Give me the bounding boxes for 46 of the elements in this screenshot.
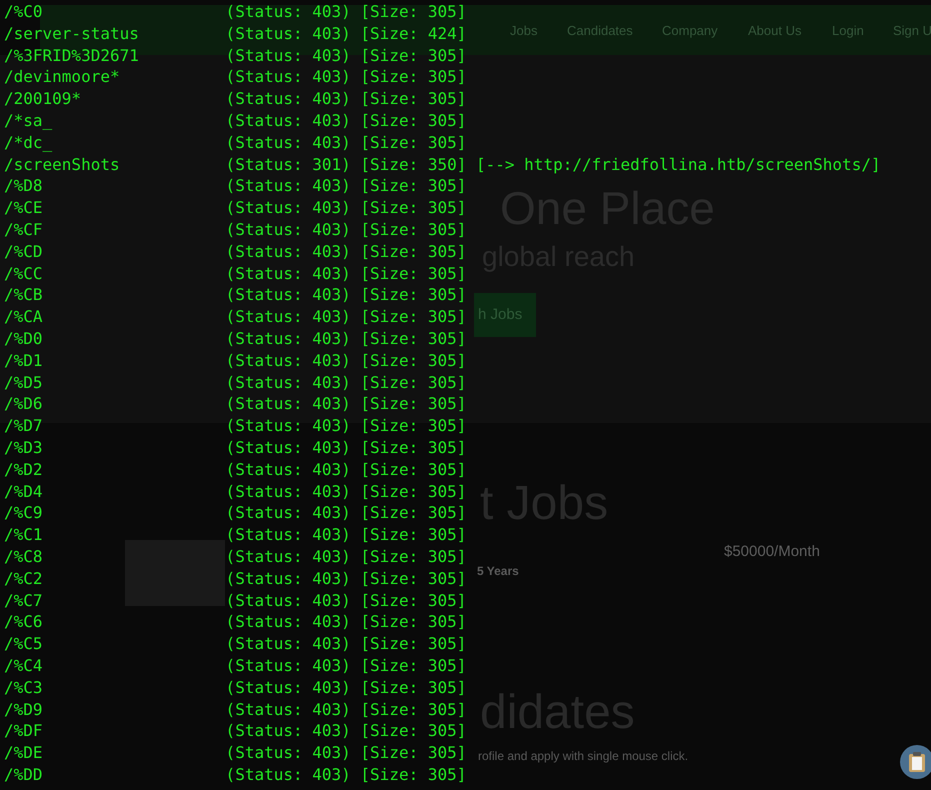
terminal-output-line: /screenShots (Status: 301) [Size: 350] [--> http://friedfollina.htb/screenShots/]	[4, 154, 881, 176]
terminal-output-line: /%C9 (Status: 403) [Size: 305]	[4, 502, 466, 524]
terminal-output-line: /%C2 (Status: 403) [Size: 305]	[4, 568, 466, 590]
terminal-output-line: /*sa_ (Status: 403) [Size: 305]	[4, 110, 466, 132]
terminal-output-line: /%DE (Status: 403) [Size: 305]	[4, 742, 466, 764]
terminal-output-line: /%D6 (Status: 403) [Size: 305]	[4, 393, 466, 416]
terminal-output-line: /devinmoore* (Status: 403) [Size: 305]	[4, 66, 466, 88]
terminal-output-line: /%C7 (Status: 403) [Size: 305]	[4, 590, 466, 612]
job-experience: 5 Years	[477, 563, 519, 580]
nav-link[interactable]: Login	[832, 21, 864, 40]
terminal-output-line: /%C4 (Status: 403) [Size: 305]	[4, 654, 466, 677]
clipboard-icon[interactable]	[900, 745, 931, 779]
terminal-output-line: /%D5 (Status: 403) [Size: 305]	[4, 372, 466, 394]
terminal-output-line: /%D8 (Status: 403) [Size: 305]	[4, 175, 466, 198]
terminal-output-line: /%C6 (Status: 403) [Size: 305]	[4, 611, 466, 634]
terminal-output-line: /%D7 (Status: 403) [Size: 305]	[4, 415, 466, 437]
terminal-output-line: /%3FRID%3D2671 (Status: 403) [Size: 305]	[4, 44, 466, 66]
nav-link[interactable]: About Us	[748, 21, 802, 40]
terminal-output-line: /%CB (Status: 403) [Size: 305]	[4, 284, 466, 306]
terminal-output-line: /%DD (Status: 403) [Size: 305]	[4, 764, 466, 786]
terminal-output-line: /%D9 (Status: 403) [Size: 305]	[4, 698, 466, 720]
terminal-output-line: /%CD (Status: 403) [Size: 305]	[4, 240, 466, 263]
terminal-output-line: /200109* (Status: 403) [Size: 305]	[4, 88, 466, 110]
terminal-output-line: /%C8 (Status: 403) [Size: 305]	[4, 546, 466, 568]
nav-link[interactable]: Candidates	[567, 21, 633, 40]
terminal-output-line: /%CA (Status: 403) [Size: 305]	[4, 306, 466, 328]
terminal-output-line: /%C5 (Status: 403) [Size: 305]	[4, 633, 466, 655]
terminal-output-line: /%CC (Status: 403) [Size: 305]	[4, 262, 466, 284]
terminal-output-line: /%CE (Status: 403) [Size: 305]	[4, 197, 466, 219]
terminal-output-line: /%C3 (Status: 403) [Size: 305]	[4, 676, 466, 698]
terminal-output-line: /%CF (Status: 403) [Size: 305]	[4, 218, 466, 241]
terminal-output-line: /%D4 (Status: 403) [Size: 305]	[4, 480, 466, 502]
terminal-output-line: /*dc_ (Status: 403) [Size: 305]	[4, 132, 466, 154]
nav-link[interactable]: Jobs	[510, 21, 538, 40]
terminal-output-line: /%D1 (Status: 403) [Size: 305]	[4, 350, 466, 372]
terminal-output-line: /%D0 (Status: 403) [Size: 305]	[4, 328, 466, 350]
terminal-output-line: /%C0 (Status: 403) [Size: 305]	[4, 1, 466, 23]
job-salary: $50000/Month	[724, 542, 820, 562]
terminal-output-line: /%D2 (Status: 403) [Size: 305]	[4, 458, 466, 481]
terminal-output-line: /server-status (Status: 403) [Size: 424]	[4, 22, 466, 45]
nav-link[interactable]: Sign U	[893, 21, 931, 40]
section-description: rofile and apply with single mouse click.	[478, 748, 688, 765]
terminal-output-line: /%DF (Status: 403) [Size: 305]	[4, 720, 466, 742]
nav-link[interactable]: Company	[662, 21, 718, 40]
terminal-output-line: /%D3 (Status: 403) [Size: 305]	[4, 436, 466, 459]
terminal-output-line: /%C1 (Status: 403) [Size: 305]	[4, 524, 466, 546]
